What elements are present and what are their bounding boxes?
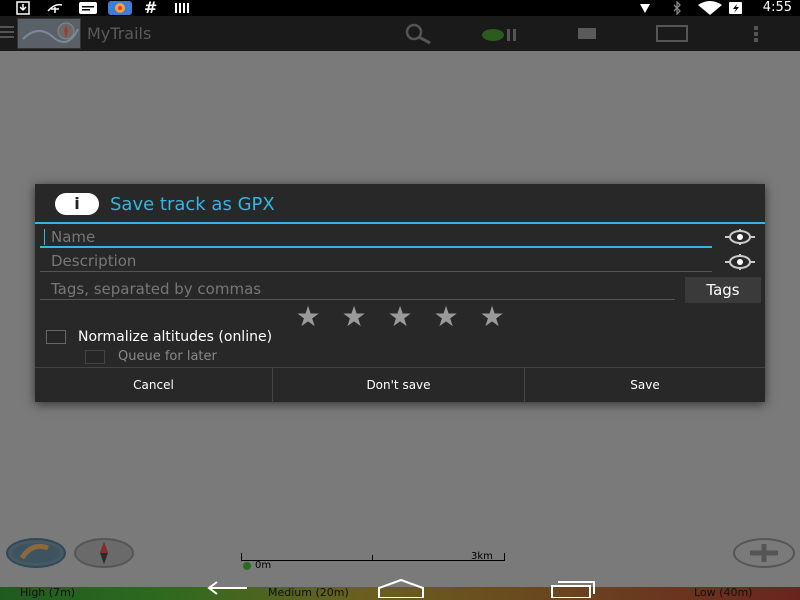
stop-icon[interactable]	[578, 28, 596, 39]
normalize-altitudes-label: Normalize altitudes (online)	[78, 329, 273, 345]
location-icon	[638, 1, 652, 15]
bluetooth-icon	[670, 0, 684, 16]
tags-field[interactable]: Tags, separated by commas	[40, 278, 675, 300]
app-logo[interactable]	[17, 18, 81, 49]
zoom-in-button[interactable]	[733, 538, 795, 568]
compass-icon[interactable]	[74, 538, 134, 568]
dialog-header: i Save track as GPX	[35, 184, 765, 224]
recent-apps-icon[interactable]	[550, 578, 596, 599]
battery-charging-icon	[728, 1, 744, 15]
download-icon	[16, 1, 30, 15]
scale-end-label: 3km	[471, 551, 493, 562]
wifi-icon	[698, 1, 722, 15]
clock: 4:55	[762, 0, 792, 15]
gps-locate-name-icon[interactable]	[725, 229, 755, 245]
star-icon[interactable]: ★	[377, 303, 423, 331]
usb-icon	[46, 1, 64, 15]
scale-bar	[241, 553, 505, 561]
save-button[interactable]: Save	[525, 368, 765, 403]
name-placeholder: Name	[51, 228, 96, 246]
record-pause-icon[interactable]	[482, 27, 522, 41]
description-field[interactable]: Description	[40, 250, 712, 272]
app-title: MyTrails	[87, 24, 152, 43]
tags-placeholder: Tags, separated by commas	[51, 280, 262, 298]
text-cursor	[44, 229, 45, 245]
message-icon	[78, 1, 98, 15]
rating-stars[interactable]: ★ ★ ★ ★ ★	[285, 303, 525, 331]
bars-icon	[174, 1, 190, 15]
scale-origin-dot	[243, 562, 251, 570]
dialog-title: Save track as GPX	[110, 194, 275, 215]
overflow-menu-icon[interactable]	[754, 26, 760, 42]
menu-icon[interactable]	[0, 26, 14, 40]
queue-for-later-checkbox[interactable]	[85, 350, 105, 364]
scale-start-label: 0m	[255, 560, 272, 571]
star-icon[interactable]: ★	[331, 303, 377, 331]
map-icon[interactable]	[656, 25, 688, 42]
home-icon[interactable]	[377, 578, 425, 599]
dialog-button-bar: Cancel Don't save Save	[35, 367, 765, 403]
back-icon[interactable]	[205, 580, 253, 596]
normalize-altitudes-checkbox[interactable]	[46, 330, 66, 344]
tags-button[interactable]: Tags	[685, 277, 761, 303]
status-bar: # 4:55	[0, 0, 800, 16]
star-icon[interactable]: ★	[285, 303, 331, 331]
star-icon[interactable]: ★	[423, 303, 469, 331]
save-track-dialog: i Save track as GPX Name Description Tag…	[35, 184, 765, 403]
navigation-bar	[0, 576, 800, 600]
photos-icon	[108, 1, 132, 15]
name-field[interactable]: Name	[40, 226, 712, 248]
hash-icon: #	[144, 0, 158, 17]
queue-for-later-label: Queue for later	[118, 349, 217, 364]
description-placeholder: Description	[51, 252, 137, 270]
action-bar: MyTrails	[0, 16, 800, 51]
gps-locate-description-icon[interactable]	[725, 254, 755, 270]
star-icon[interactable]: ★	[469, 303, 515, 331]
layers-icon[interactable]	[6, 538, 66, 568]
dont-save-button[interactable]: Don't save	[273, 368, 525, 403]
cancel-button[interactable]: Cancel	[35, 368, 273, 403]
search-icon[interactable]	[400, 23, 434, 45]
info-icon: i	[55, 193, 99, 215]
